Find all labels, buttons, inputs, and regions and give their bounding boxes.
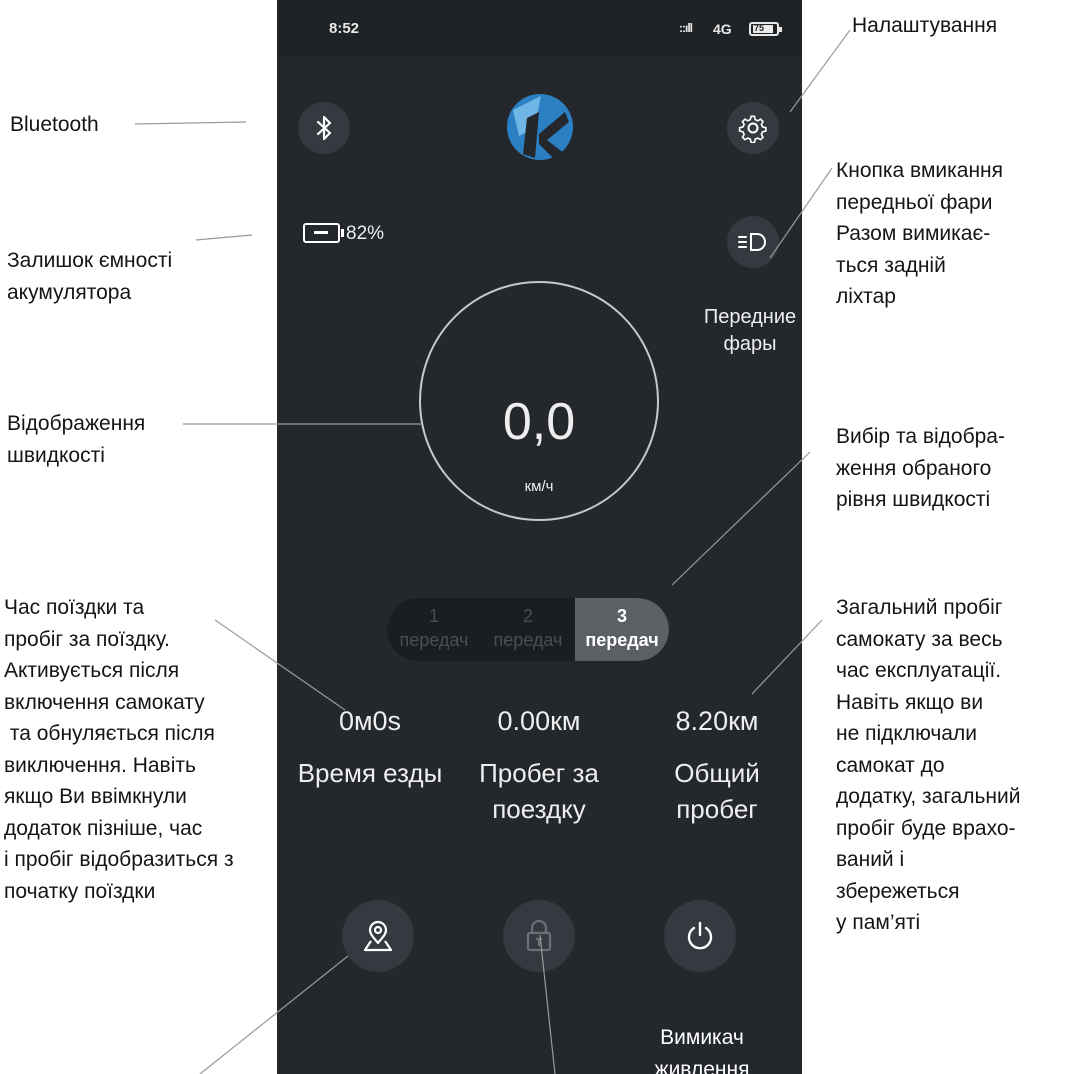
annotation-gear-select: Вибір та відобра- ження обраного рівня ш… xyxy=(836,425,1005,511)
status-bar: 8:52 ::ıll 4G 75 xyxy=(277,0,802,56)
gear-number-3: 3 xyxy=(616,606,627,626)
gear-label-3: передач xyxy=(585,630,659,650)
gear-number-1: 1 xyxy=(428,606,439,626)
trip-distance-label-line2: поездку xyxy=(492,794,586,824)
battery-percent: 82% xyxy=(346,223,385,244)
battery-icon xyxy=(303,223,344,243)
gear-label-2: передач xyxy=(493,630,563,650)
headlight-button[interactable] xyxy=(727,216,779,268)
power-button[interactable] xyxy=(664,900,736,972)
annotation-battery: Залишок ємності акумулятора xyxy=(7,249,173,304)
trip-time-value: 0м0s xyxy=(338,706,402,736)
gear-settings-icon xyxy=(738,115,767,143)
lock-button[interactable] xyxy=(503,900,575,972)
status-battery-level: 75 xyxy=(754,23,765,33)
bluetooth-button[interactable] xyxy=(298,102,350,154)
annotation-settings: Налаштування xyxy=(852,14,998,37)
annotation-headlight: Кнопка вмикання передньої фари Разом вим… xyxy=(836,159,1004,308)
signal-icon: ::ıll xyxy=(679,21,693,35)
annotation-total: Загальний пробіг самокату за весь час ек… xyxy=(836,596,1021,934)
gear-option-1[interactable]: 1 передач xyxy=(387,598,481,661)
gear-number-2: 2 xyxy=(522,606,533,626)
trip-time-label: Время езды xyxy=(297,758,443,788)
power-icon xyxy=(687,921,713,950)
trip-distance-value: 0.00км xyxy=(497,706,581,736)
status-battery-icon: 75 xyxy=(749,22,782,36)
phone-screen: 8:52 ::ıll 4G 75 82% Передние фары 0,0 к… xyxy=(277,0,802,1074)
gear-option-2[interactable]: 2 передач xyxy=(481,598,575,661)
brand-logo xyxy=(507,94,573,160)
speed-unit: км/ч xyxy=(524,478,554,495)
settings-button[interactable] xyxy=(727,102,779,154)
lock-icon xyxy=(526,919,552,952)
map-pin-icon xyxy=(363,920,393,952)
speed-value: 0,0 xyxy=(502,393,576,451)
trip-distance-label-line1: Пробег за xyxy=(479,758,599,788)
map-button[interactable] xyxy=(342,900,414,972)
gear-label-1: передач xyxy=(399,630,469,650)
headlight-label-line2: фары xyxy=(723,333,777,355)
headlight-icon xyxy=(738,233,766,251)
gear-option-3[interactable]: 3 передач xyxy=(575,598,669,661)
annotation-bluetooth: Bluetooth xyxy=(10,113,99,136)
gear-selector: 1 передач 2 передач 3 передач xyxy=(387,598,669,661)
headlight-label-line1: Передние xyxy=(703,306,797,328)
power-annotation: Вимикач живлення xyxy=(654,1026,750,1074)
total-distance-label-line1: Общий xyxy=(674,758,760,788)
network-type: 4G xyxy=(713,21,732,37)
bluetooth-icon xyxy=(316,115,332,141)
annotation-trip: Час поїздки та пробіг за поїздку. Активу… xyxy=(4,596,234,903)
annotation-speed: Відображення швидкості xyxy=(7,412,146,467)
total-distance-label-line2: пробег xyxy=(676,794,758,824)
status-time: 8:52 xyxy=(329,20,360,37)
total-distance-value: 8.20км xyxy=(675,706,759,736)
